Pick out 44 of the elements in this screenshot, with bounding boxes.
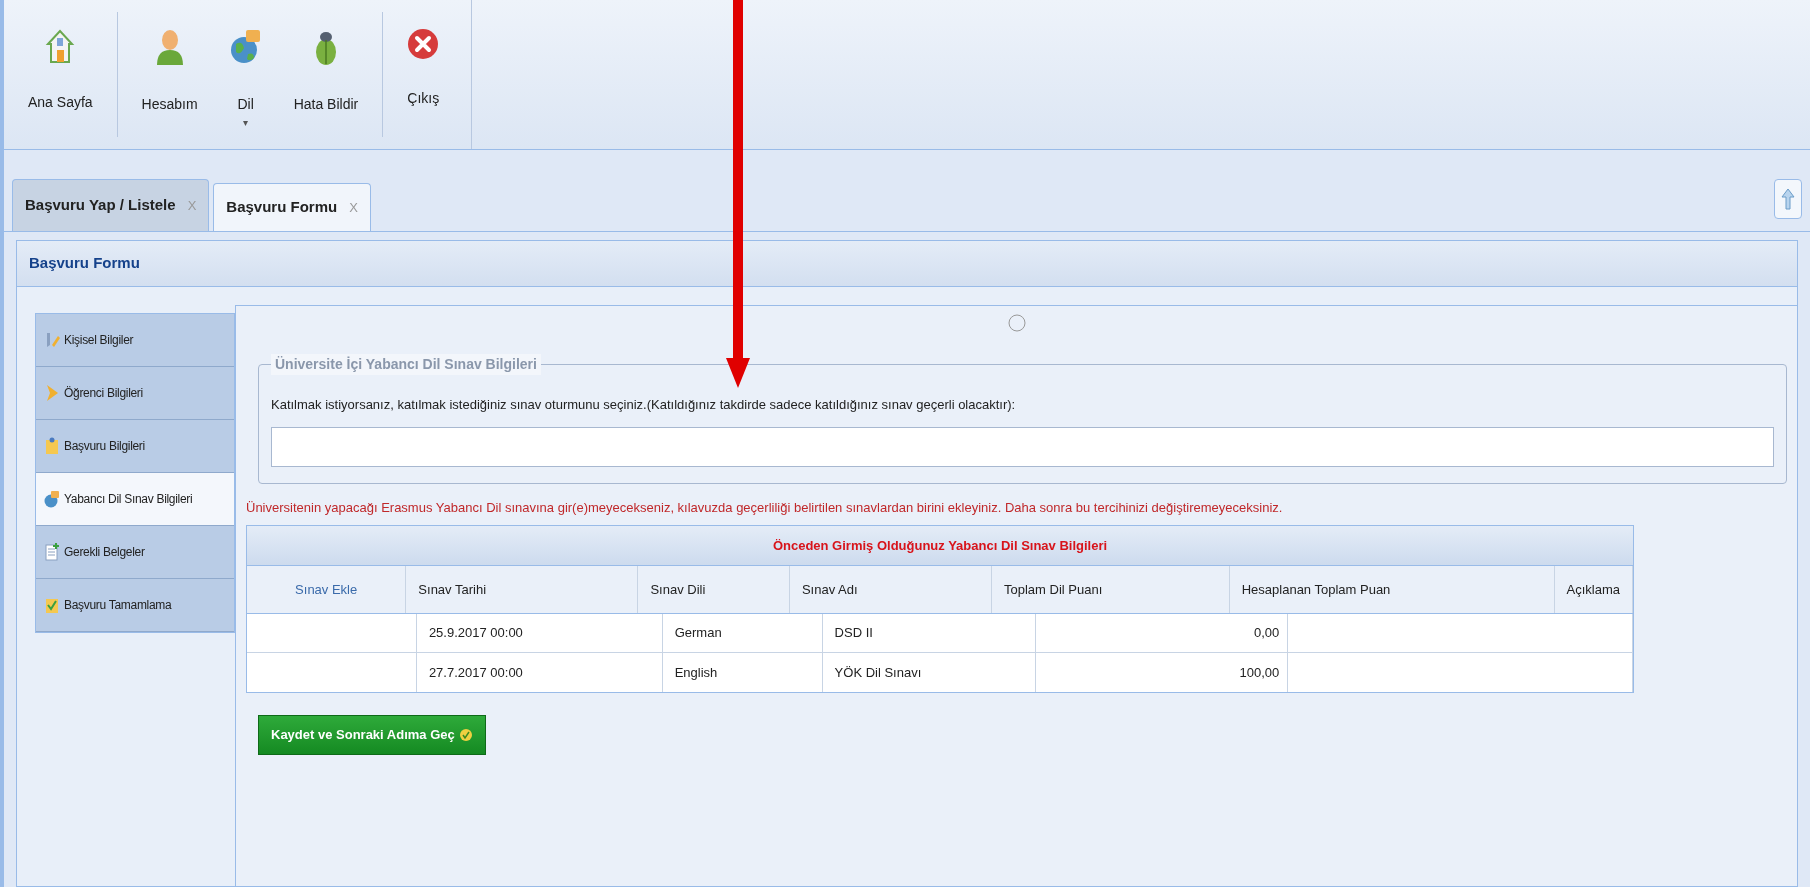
house-icon	[45, 28, 76, 64]
table-title: Önceden Girmiş Olduğunuz Yabancı Dil Sınav Bilgileri	[247, 526, 1633, 566]
prompt-text: Katılmak istiyorsanız, katılmak istediğiniz sınav oturmunu seçiniz.(Katıldığınız takdirde sadece katıldığınız sınav geçerli olacaktır):	[271, 396, 1017, 414]
column-header: Hesaplanan Toplam Puan	[1229, 566, 1555, 613]
document-icon	[44, 543, 60, 561]
column-header: Sınav Dili	[638, 566, 790, 613]
column-header: Sınav Tarihi	[406, 566, 639, 613]
table-cell: 27.7.2017 00:00	[416, 653, 663, 692]
toolbar-button[interactable]: Hesabım	[125, 0, 214, 149]
check-icon	[458, 728, 473, 742]
up-arrow-icon	[1781, 188, 1795, 210]
globe-icon	[229, 28, 262, 66]
column-header: Sınav Adı	[789, 566, 992, 613]
save-next-button[interactable]: Kaydet ve Sonraki Adıma Geç	[258, 715, 486, 755]
table-cell: German	[662, 614, 823, 652]
column-header: Açıklama	[1554, 566, 1633, 613]
sidebar-item[interactable]: Yabancı Dil Sınav Bilgileri	[36, 473, 234, 526]
table-cell: English	[662, 653, 823, 692]
add-exam-link[interactable]: Sınav Ekle	[295, 579, 358, 600]
toolbar-button[interactable]: Çıkış	[391, 0, 456, 149]
table-cell: 0,00	[1036, 614, 1289, 652]
table-cell: YÖK Dil Sınavı	[822, 653, 1037, 692]
close-icon	[407, 28, 440, 60]
pencil-icon	[44, 331, 60, 349]
session-select-field[interactable]	[271, 426, 1774, 467]
table-cell: 25.9.2017 00:00	[416, 614, 663, 652]
toolbar-button[interactable]: Ana Sayfa	[12, 0, 109, 149]
tab[interactable]: Başvuru Formu X	[213, 183, 371, 231]
fieldset-legend: Üniversite İçi Yabancı Dil Sınav Bilgileri	[271, 354, 541, 375]
arrow-icon	[44, 384, 60, 402]
tab[interactable]: Başvuru Yap / Listele X	[12, 179, 210, 231]
loading-circle-icon	[1007, 314, 1026, 332]
toolbar-button[interactable]: Hata Bildir	[277, 0, 375, 149]
panel-title: Başvuru Formu	[29, 253, 140, 274]
clipboard-icon	[44, 437, 60, 455]
scroll-up-button[interactable]	[1774, 179, 1802, 219]
column-header: Toplam Dil Puanı	[992, 566, 1230, 613]
table-cell: DSD II	[822, 614, 1037, 652]
globe-icon	[44, 490, 60, 508]
person-icon	[154, 28, 185, 66]
warning-text: Üniversitenin yapacağı Erasmus Yabancı Dil sınavına gir(e)meyecekseniz, kılavuzda geçerliliği belirtilen sınavlardan birini ekleyiniz. Daha sonra bu tercihinizi değiştiremeyeceksiniz.	[246, 498, 1284, 517]
table-cell: 100,00	[1036, 653, 1289, 692]
clipboard-check-icon	[44, 596, 60, 614]
toolbar-button[interactable]: Dil ▾	[213, 0, 278, 149]
